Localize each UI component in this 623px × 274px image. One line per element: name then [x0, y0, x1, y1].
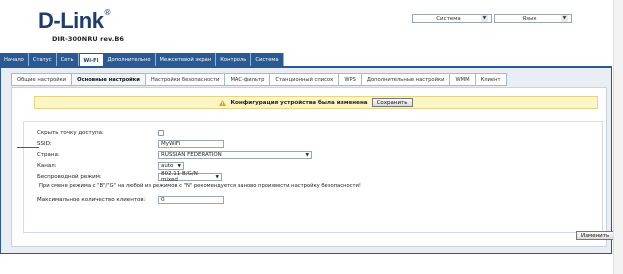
country-select[interactable]: RUSSIAN FEDERATION ▼ — [158, 151, 312, 159]
hide-ap-checkbox[interactable] — [158, 130, 164, 136]
mode-label: Беспроводной режим: — [37, 174, 102, 180]
wifi-panel: Общие настройки Основные настройки Настр… — [0, 66, 612, 254]
language-label: Язык — [522, 15, 537, 22]
notice-text: Конфигурация устройства была изменена — [230, 99, 368, 106]
subtab-mac-filter[interactable]: MAC-фильтр — [225, 73, 271, 86]
ssid-input[interactable]: MyWiFi — [158, 140, 224, 148]
mode-select[interactable]: 802.11 B/G/N mixed ▼ — [158, 171, 222, 183]
ssid-underline-marker — [17, 147, 39, 148]
chevron-down-icon: ▼ — [177, 163, 181, 169]
mode-value: 802.11 B/G/N mixed — [161, 171, 198, 183]
subtab-wmm[interactable]: WMM — [450, 73, 476, 86]
subtab-advanced[interactable]: Дополнительные настройки — [361, 73, 451, 86]
channel-select[interactable]: auto ▼ — [158, 162, 184, 170]
wifi-sub-tabs: Общие настройки Основные настройки Настр… — [11, 73, 507, 86]
config-changed-notice: Конфигурация устройства была изменена Со… — [34, 96, 598, 109]
tab-network[interactable]: Сеть — [56, 53, 79, 67]
channel-label: Канал: — [37, 163, 57, 169]
chevron-down-icon: ▼ — [561, 15, 568, 22]
subtab-basic[interactable]: Основные настройки — [72, 73, 146, 86]
tab-start[interactable]: Начало — [0, 53, 29, 67]
chevron-down-icon: ▼ — [215, 174, 219, 180]
chevron-down-icon: ▼ — [305, 152, 309, 158]
max-clients-input[interactable]: 0 — [158, 196, 224, 204]
language-select[interactable]: Язык ▼ — [494, 14, 572, 23]
country-label: Страна: — [37, 152, 60, 158]
subtab-station-list[interactable]: Станционный список — [270, 73, 340, 86]
hide-ap-label: Скрыть точку доступа: — [37, 130, 104, 136]
subtab-security[interactable]: Настройки безопасности — [145, 73, 226, 86]
settings-content: Конфигурация устройства была изменена Со… — [11, 87, 607, 247]
logo-text: D-Link — [38, 8, 104, 33]
tab-status[interactable]: Статус — [28, 53, 57, 67]
tab-advanced[interactable]: Дополнительно — [103, 53, 156, 67]
subtab-wps[interactable]: WPS — [339, 73, 362, 86]
warning-icon — [219, 99, 227, 106]
subtab-general[interactable]: Общие настройки — [11, 73, 73, 86]
save-button[interactable]: Сохранить — [371, 98, 413, 107]
window-edge — [613, 0, 623, 274]
subtab-client[interactable]: Клиент — [475, 73, 507, 86]
device-model: DIR-300NRU rev.B6 — [52, 35, 125, 43]
system-menu-select[interactable]: Система ▼ — [412, 14, 492, 23]
tab-control[interactable]: Контроль — [216, 53, 252, 67]
tab-firewall[interactable]: Межсетевой экран — [155, 53, 217, 67]
apply-change-button[interactable]: Изменить — [576, 231, 615, 240]
system-menu-label: Система — [436, 15, 461, 22]
tab-system[interactable]: Система — [251, 53, 284, 67]
basic-settings-form: Скрыть точку доступа: SSID: MyWiFi Стран… — [23, 121, 603, 233]
ssid-label: SSID: — [37, 141, 52, 147]
chevron-down-icon: ▼ — [481, 15, 488, 22]
channel-value: auto — [161, 163, 174, 169]
country-value: RUSSIAN FEDERATION — [161, 152, 222, 158]
registered-mark: ® — [103, 8, 112, 17]
main-nav-tabs: Начало Статус Сеть Wi-Fi Дополнительно М… — [0, 53, 284, 68]
mode-change-hint: При смене режима с "B"/"G" на любой из р… — [39, 183, 361, 189]
dlink-logo: D-Link® — [38, 8, 112, 33]
max-clients-label: Максимальное количество клиентов: — [37, 197, 146, 203]
